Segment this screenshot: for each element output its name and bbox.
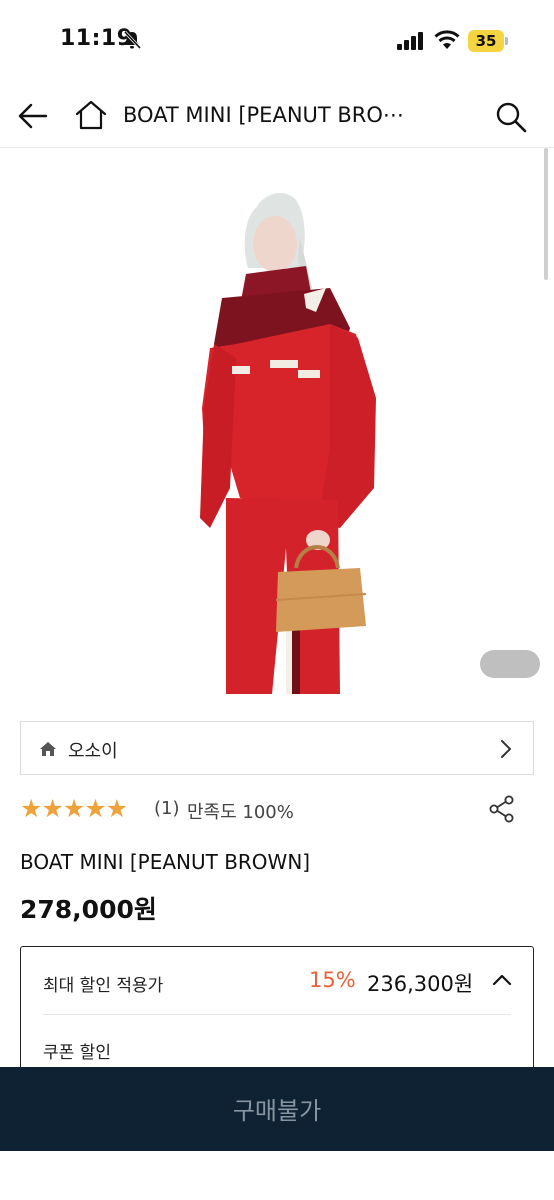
product-photo-illustration: [200, 193, 376, 694]
purchase-button-label: 구매불가: [232, 1097, 322, 1125]
top-navigation-bar: BOAT MINI [PEANUT BRO⋯: [0, 82, 554, 148]
review-count[interactable]: (1): [154, 798, 180, 819]
product-title: BOAT MINI [PEANUT BROWN]: [20, 850, 311, 874]
rating-row: ★★★★★ (1) 만족도 100%: [20, 795, 534, 825]
store-home-icon: [40, 742, 56, 756]
back-arrow-icon[interactable]: [16, 100, 50, 132]
share-icon[interactable]: [488, 795, 516, 823]
page-title: BOAT MINI [PEANUT BRO⋯: [123, 103, 404, 127]
star-rating: ★★★★★: [20, 794, 128, 823]
home-icon[interactable]: [74, 98, 108, 132]
bell-off-icon: [123, 30, 142, 50]
brand-row[interactable]: 오소이: [20, 721, 534, 775]
product-price: 278,000원: [20, 895, 157, 924]
search-icon[interactable]: [494, 100, 528, 134]
max-discount-label: 최대 할인 적용가: [43, 976, 164, 996]
battery-level: 35: [468, 30, 504, 52]
discount-price: 236,300원: [367, 972, 474, 996]
purchase-button[interactable]: 구매불가: [0, 1067, 554, 1151]
bottom-safe-area: [0, 1151, 554, 1200]
brand-name: 오소이: [68, 741, 118, 762]
discount-panel: 최대 할인 적용가 15% 236,300원 쿠폰 할인: [20, 946, 534, 1086]
scrollbar[interactable]: [544, 148, 548, 280]
coupon-discount-label: 쿠폰 할인: [43, 1043, 111, 1063]
discount-rate: 15%: [309, 968, 356, 992]
battery-icon: 35: [468, 30, 508, 52]
signal-icon: [397, 32, 423, 50]
divider: [43, 1014, 511, 1015]
wifi-icon: [434, 30, 460, 49]
status-bar: 11:19 35: [0, 0, 554, 80]
chevron-up-icon[interactable]: [491, 973, 513, 987]
image-pagination-indicator[interactable]: [480, 650, 540, 678]
product-image[interactable]: [0, 148, 554, 694]
chevron-right-icon: [501, 740, 511, 758]
satisfaction-rate: 만족도 100%: [187, 802, 294, 823]
